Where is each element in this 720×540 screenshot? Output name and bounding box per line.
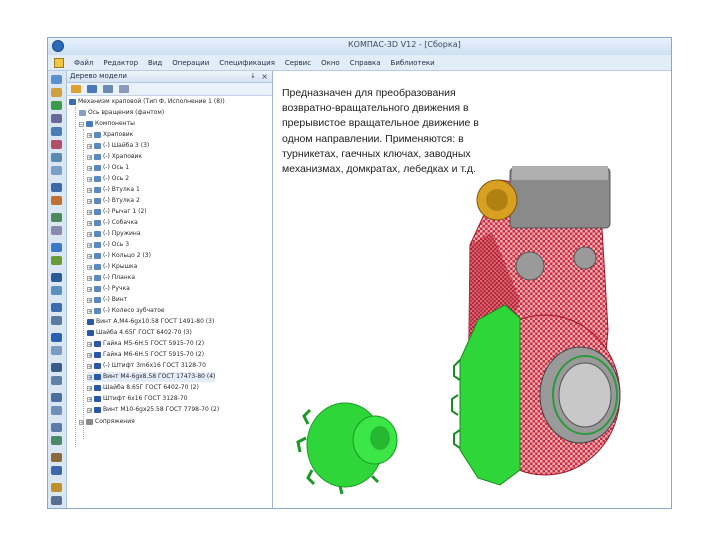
spring-coil-inner [486,189,508,211]
bolt-head [515,251,545,281]
green-gear-teeth [451,359,461,449]
bolt-head-2 [573,246,597,270]
loose-gear [296,402,398,495]
pawl-block-top [512,166,608,180]
ratchet-mechanism-model [296,166,621,495]
ratchet-hub-inner [558,362,612,428]
